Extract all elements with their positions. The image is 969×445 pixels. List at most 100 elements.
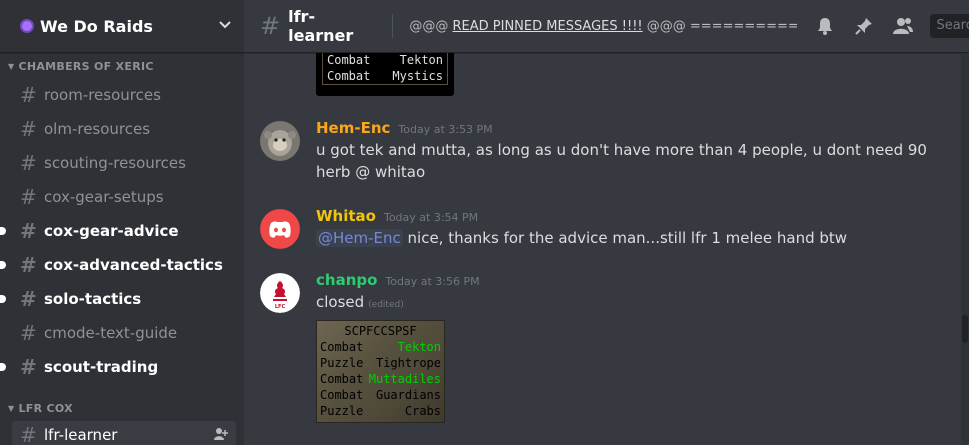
avatar[interactable]: LFC: [260, 273, 300, 313]
channel-scout-trading[interactable]: # scout-trading: [0, 353, 236, 381]
message-scrollbar[interactable]: [961, 53, 969, 445]
create-invite-icon[interactable]: [214, 427, 228, 444]
room-type: Combat: [327, 69, 371, 83]
embed-row: Combat Guardians: [320, 387, 441, 403]
topic-prefix: @@@: [409, 18, 453, 34]
room-name: Crabs: [404, 404, 441, 418]
username[interactable]: Hem-Enc: [316, 119, 390, 137]
raid-layout-embed[interactable]: SCPFCCSPSF Combat Tekton Puzzle Tightrope …: [316, 320, 445, 423]
message-body: chanpo Today at 3:56 PM closed (edited) S…: [316, 271, 940, 423]
message-text: closed (edited): [316, 291, 940, 316]
room-type: Puzzle: [320, 356, 364, 370]
embed-row: Puzzle Tightrope: [320, 355, 441, 371]
channel-label: scouting-resources: [44, 154, 186, 172]
avatar-logo-text: LFC: [275, 304, 286, 310]
room-type: Combat: [320, 340, 364, 354]
channel-label: olm-resources: [44, 120, 151, 138]
message-text-content: nice, thanks for the advice man...still …: [402, 229, 848, 247]
channel-label: scout-trading: [44, 358, 159, 376]
message-header: Whitao Today at 3:54 PM: [316, 207, 940, 225]
channel-label: cox-gear-setups: [44, 188, 164, 206]
timestamp: Today at 3:56 PM: [385, 275, 480, 288]
channel-room-resources[interactable]: # room-resources: [12, 81, 236, 109]
channel-sidebar: We Do Raids ▼ CHAMBERS OF XERIC # room-re…: [0, 0, 244, 445]
message-body: Whitao Today at 3:54 PM @Hem-Enc nice, t…: [316, 207, 940, 249]
room-name: Mystics: [392, 69, 443, 83]
scrollbar-thumb[interactable]: [962, 315, 968, 343]
notification-bell-icon[interactable]: [813, 14, 836, 38]
category-chambers-of-xeric[interactable]: ▼ CHAMBERS OF XERIC: [0, 59, 244, 73]
channel-topic[interactable]: @@@ READ PINNED MESSAGES !!!! @@@ ======…: [409, 19, 797, 34]
embed-row: Combat Mystics: [327, 68, 443, 84]
channel-scouting-resources[interactable]: # scouting-resources: [12, 149, 236, 177]
text-channel-icon: #: [20, 151, 37, 175]
message-list: Combat Tekton Combat Mystics Hem-Enc Today…: [244, 53, 969, 445]
channel-cmode-text-guide[interactable]: # cmode-text-guide: [12, 319, 236, 347]
message-text-content: closed: [316, 293, 365, 311]
embed-box: Combat Tekton Combat Mystics: [322, 53, 448, 85]
room-name: Tekton: [399, 53, 443, 67]
category-lfr-cox[interactable]: ▼ LFR COX: [0, 401, 244, 415]
text-channel-icon: #: [20, 423, 37, 445]
channel-label: lfr-learner: [44, 426, 118, 444]
caret-down-icon: ▼: [8, 61, 15, 71]
edited-label: (edited): [368, 300, 404, 310]
channel-cox-gear-setups[interactable]: # cox-gear-setups: [12, 183, 236, 211]
channel-cox-gear-advice[interactable]: # cox-gear-advice: [0, 217, 236, 245]
room-type: Combat: [327, 53, 371, 67]
text-channel-icon: #: [260, 12, 281, 40]
topic-link[interactable]: READ PINNED MESSAGES !!!!: [453, 19, 643, 34]
username[interactable]: chanpo: [316, 271, 377, 289]
channel-label: room-resources: [44, 86, 161, 104]
pinned-messages-icon[interactable]: [852, 14, 875, 38]
text-channel-icon: #: [20, 355, 37, 379]
category-label: CHAMBERS OF XERIC: [18, 59, 154, 73]
avatar[interactable]: [260, 121, 300, 161]
channel-header: # lfr-learner @@@ READ PINNED MESSAGES !…: [244, 0, 969, 53]
channel-olm-resources[interactable]: # olm-resources: [12, 115, 236, 143]
room-name: Tightrope: [375, 356, 441, 370]
text-channel-icon: #: [20, 117, 37, 141]
search-input[interactable]: Search: [930, 14, 969, 38]
category-label: LFR COX: [18, 401, 73, 415]
avatar[interactable]: [260, 209, 300, 249]
channel-label: cox-advanced-tactics: [44, 256, 223, 274]
channel-solo-tactics[interactable]: # solo-tactics: [0, 285, 236, 313]
message-text: @Hem-Enc nice, thanks for the advice man…: [316, 227, 940, 249]
room-name: Muttadiles: [368, 372, 441, 386]
embed-row: Combat Tekton: [320, 339, 441, 355]
message-text: u got tek and mutta, as long as u don't …: [316, 141, 927, 181]
message-header: Hem-Enc Today at 3:53 PM: [316, 119, 940, 137]
message-chanpo: LFC chanpo Today at 3:56 PM closed (edite…: [260, 271, 940, 423]
text-channel-icon: #: [20, 83, 37, 107]
message-body: Hem-Enc Today at 3:53 PM u got tek and m…: [316, 119, 940, 183]
text-channel-icon: #: [20, 253, 37, 277]
text-channel-icon: #: [20, 287, 37, 311]
channel-title: lfr-learner: [288, 7, 354, 45]
text-channel-icon: #: [20, 185, 37, 209]
caret-down-icon: ▼: [8, 403, 15, 413]
room-type: Combat: [320, 388, 364, 402]
header-divider: [392, 14, 394, 38]
member-list-icon[interactable]: [891, 14, 914, 38]
timestamp: Today at 3:54 PM: [383, 211, 479, 224]
channel-label: cmode-text-guide: [44, 324, 178, 342]
user-mention[interactable]: @Hem-Enc: [316, 229, 403, 247]
username[interactable]: Whitao: [316, 207, 376, 225]
topic-suffix: @@@ ======================: [646, 18, 798, 34]
raid-layout-embed[interactable]: Combat Tekton Combat Mystics: [316, 53, 454, 96]
message-whitao: Whitao Today at 3:54 PM @Hem-Enc nice, t…: [260, 207, 940, 249]
layout-code: SCPFCCSPSF: [344, 324, 417, 338]
server-name: We Do Raids: [40, 16, 153, 36]
server-header[interactable]: We Do Raids: [0, 0, 244, 53]
text-channel-icon: #: [20, 219, 37, 243]
partner-badge-icon: [22, 21, 32, 31]
room-type: Combat: [320, 372, 364, 386]
channel-cox-advanced-tactics[interactable]: # cox-advanced-tactics: [0, 251, 236, 279]
embed-row: Puzzle Crabs: [320, 403, 441, 419]
channel-lfr-learner[interactable]: # lfr-learner: [12, 421, 236, 445]
channel-label: solo-tactics: [44, 290, 142, 308]
chevron-down-icon[interactable]: [218, 17, 232, 35]
room-type: Puzzle: [320, 404, 364, 418]
text-channel-icon: #: [20, 321, 37, 345]
